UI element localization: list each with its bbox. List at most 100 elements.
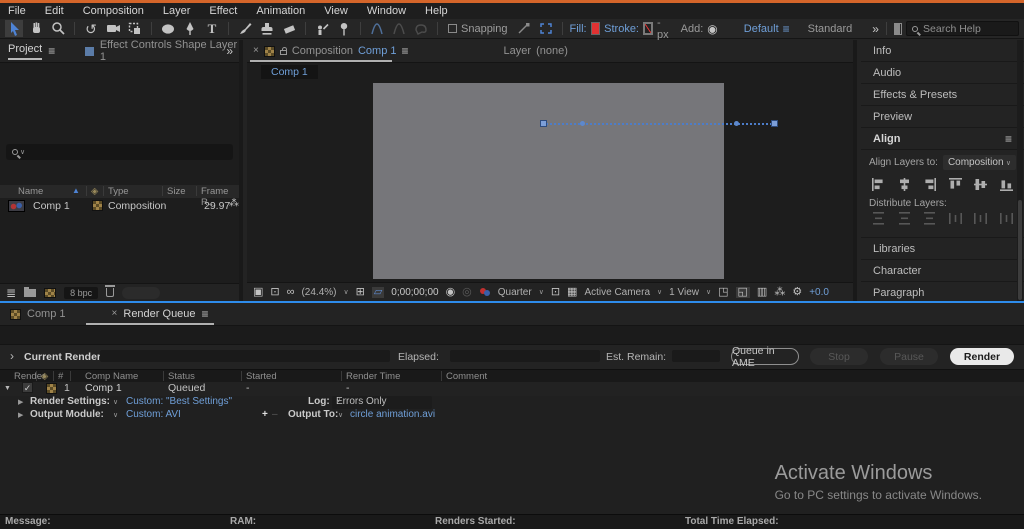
column-status[interactable]: Status <box>168 371 195 382</box>
log-dropdown[interactable]: Errors Only ∨ <box>332 396 432 409</box>
composition-canvas[interactable] <box>373 83 724 279</box>
always-preview-icon[interactable]: ▣ <box>253 287 263 298</box>
workspace-standard-tab[interactable]: Standard <box>808 23 853 35</box>
output-module-disclosure-icon[interactable]: ▶ <box>18 411 23 419</box>
path-handle-right[interactable] <box>771 120 778 127</box>
flowchart-icon[interactable]: ⁂ <box>774 287 785 298</box>
fill-label[interactable]: Fill: <box>570 23 587 35</box>
camera-chevron-icon[interactable]: ∨ <box>657 288 662 296</box>
shape-path-line[interactable] <box>543 123 775 126</box>
composition-tab-label[interactable]: Composition <box>292 45 353 57</box>
column-size[interactable]: Size <box>167 186 185 197</box>
project-item-name[interactable]: Comp 1 <box>33 200 70 212</box>
panel-info[interactable]: Info <box>861 40 1024 62</box>
shape-tool-icon[interactable] <box>159 20 177 37</box>
column-number[interactable]: # <box>58 371 63 382</box>
path-vertex-1[interactable] <box>580 121 585 126</box>
render-queue-menu-icon[interactable]: ≡ <box>202 308 209 320</box>
panel-overflow-icon[interactable]: » <box>226 45 233 57</box>
panel-align-header[interactable]: Align ≡ <box>861 128 1024 150</box>
reset-exposure-icon[interactable]: ⚙ <box>792 287 802 298</box>
search-help-box[interactable] <box>906 21 1019 36</box>
render-button[interactable]: Render <box>950 348 1014 365</box>
queue-in-ame-button[interactable]: Queue in AME <box>731 348 799 365</box>
fill-color-swatch[interactable] <box>591 22 601 35</box>
render-item-row[interactable]: ▼ ✓ 1 Comp 1 Queued - - <box>0 382 1024 396</box>
pan-behind-tool-icon[interactable] <box>126 20 144 37</box>
view-layout-value[interactable]: 1 View <box>669 287 699 298</box>
output-module-value[interactable]: Custom: AVI <box>126 409 181 420</box>
menu-composition[interactable]: Composition <box>83 5 144 17</box>
menu-layer[interactable]: Layer <box>163 5 191 17</box>
render-settings-disclosure-icon[interactable]: ▶ <box>18 398 23 406</box>
magnification-chevron-icon[interactable]: ∨ <box>343 288 348 296</box>
breadcrumb-comp-button[interactable]: Comp 1 <box>261 65 318 79</box>
share-view-icon[interactable]: ◳ <box>718 287 728 298</box>
snapping-toggle[interactable]: Snapping <box>448 23 508 35</box>
panel-libraries[interactable]: Libraries <box>861 238 1024 260</box>
snapshot-icon[interactable]: ◉ <box>446 287 456 298</box>
project-item-row[interactable]: Comp 1 Composition 29.97 ⁂ <box>0 199 239 215</box>
exposure-value[interactable]: +0.0 <box>809 287 829 298</box>
project-search-box[interactable]: ∨ <box>6 144 233 160</box>
interpret-footage-icon[interactable]: ≣ <box>6 287 16 299</box>
eraser-tool-icon[interactable] <box>280 20 298 37</box>
menu-animation[interactable]: Animation <box>256 5 305 17</box>
tab-comp-1[interactable]: Comp 1 <box>27 308 66 320</box>
tab-render-queue[interactable]: Render Queue <box>123 308 195 320</box>
menu-edit[interactable]: Edit <box>45 5 64 17</box>
view-chevron-icon[interactable]: ∨ <box>706 288 711 296</box>
column-comp-name[interactable]: Comp Name <box>85 371 138 382</box>
sidebar-scrollbar[interactable] <box>1017 40 1023 301</box>
workspace-menu-icon[interactable]: ≡ <box>783 23 790 35</box>
menu-file[interactable]: File <box>8 5 26 17</box>
add-output-icon[interactable]: + <box>262 409 268 420</box>
transparency-grid-icon[interactable]: ▦ <box>567 287 577 298</box>
camera-tool-icon[interactable] <box>104 20 122 37</box>
composition-tab-comp-name[interactable]: Comp 1 <box>358 45 397 57</box>
align-left-icon[interactable] <box>871 178 886 194</box>
snapping-checkbox[interactable] <box>448 24 457 33</box>
column-label-icon[interactable]: ◈ <box>41 371 48 382</box>
output-to-chevron-icon[interactable]: ∨ <box>338 411 343 419</box>
project-bit-depth-button[interactable]: 8 bpc <box>64 287 98 299</box>
menu-help[interactable]: Help <box>425 5 448 17</box>
zoom-tool-icon[interactable] <box>49 20 67 37</box>
stereo-glasses-icon[interactable]: ∞ <box>287 287 295 298</box>
pixel-aspect-icon[interactable]: ◱ <box>736 287 750 298</box>
grid-guides-icon[interactable]: ▱ <box>372 287 384 298</box>
snap-line-icon[interactable] <box>515 20 533 37</box>
column-type[interactable]: Type <box>108 186 129 197</box>
selection-tool-icon[interactable] <box>5 20 23 37</box>
panel-character[interactable]: Character <box>861 260 1024 282</box>
search-help-input[interactable] <box>923 23 1013 35</box>
sidebar-scrollbar-thumb[interactable] <box>1018 200 1022 300</box>
timecode-value[interactable]: 0;00;00;00 <box>391 287 438 298</box>
stroke-label[interactable]: Stroke: <box>604 23 639 35</box>
stroke-color-swatch[interactable] <box>643 22 653 35</box>
panel-audio[interactable]: Audio <box>861 62 1024 84</box>
project-panel-menu-icon[interactable]: ≡ <box>48 45 55 57</box>
output-module-chevron-icon[interactable]: ∨ <box>113 411 118 419</box>
camera-view-value[interactable]: Active Camera <box>584 287 650 298</box>
render-settings-value[interactable]: Custom: "Best Settings" <box>126 396 232 407</box>
panel-preview[interactable]: Preview <box>861 106 1024 128</box>
path-vertex-2[interactable] <box>734 121 739 126</box>
render-item-comp-name[interactable]: Comp 1 <box>85 382 122 394</box>
align-top-icon[interactable] <box>948 178 963 194</box>
lock-icon[interactable] <box>280 50 287 55</box>
layer-tab-label[interactable]: Layer <box>504 45 532 57</box>
output-to-value[interactable]: circle animation.avi <box>350 409 435 420</box>
align-right-icon[interactable] <box>922 178 937 194</box>
delete-item-icon[interactable] <box>106 288 114 297</box>
render-item-checkbox[interactable]: ✓ <box>22 382 33 393</box>
ruler-icon[interactable]: ⊞ <box>356 287 365 298</box>
resolution-value[interactable]: Quarter <box>498 287 532 298</box>
clone-stamp-tool-icon[interactable] <box>258 20 276 37</box>
add-shape-icon[interactable]: ◉ <box>707 23 717 35</box>
rotate-tool-icon[interactable]: ↺ <box>82 20 100 37</box>
close-tab-icon[interactable]: × <box>253 46 259 56</box>
new-composition-icon[interactable] <box>44 288 56 298</box>
label-column-icon[interactable]: ◈ <box>91 186 98 197</box>
roto-brush-tool-icon[interactable] <box>313 20 331 37</box>
